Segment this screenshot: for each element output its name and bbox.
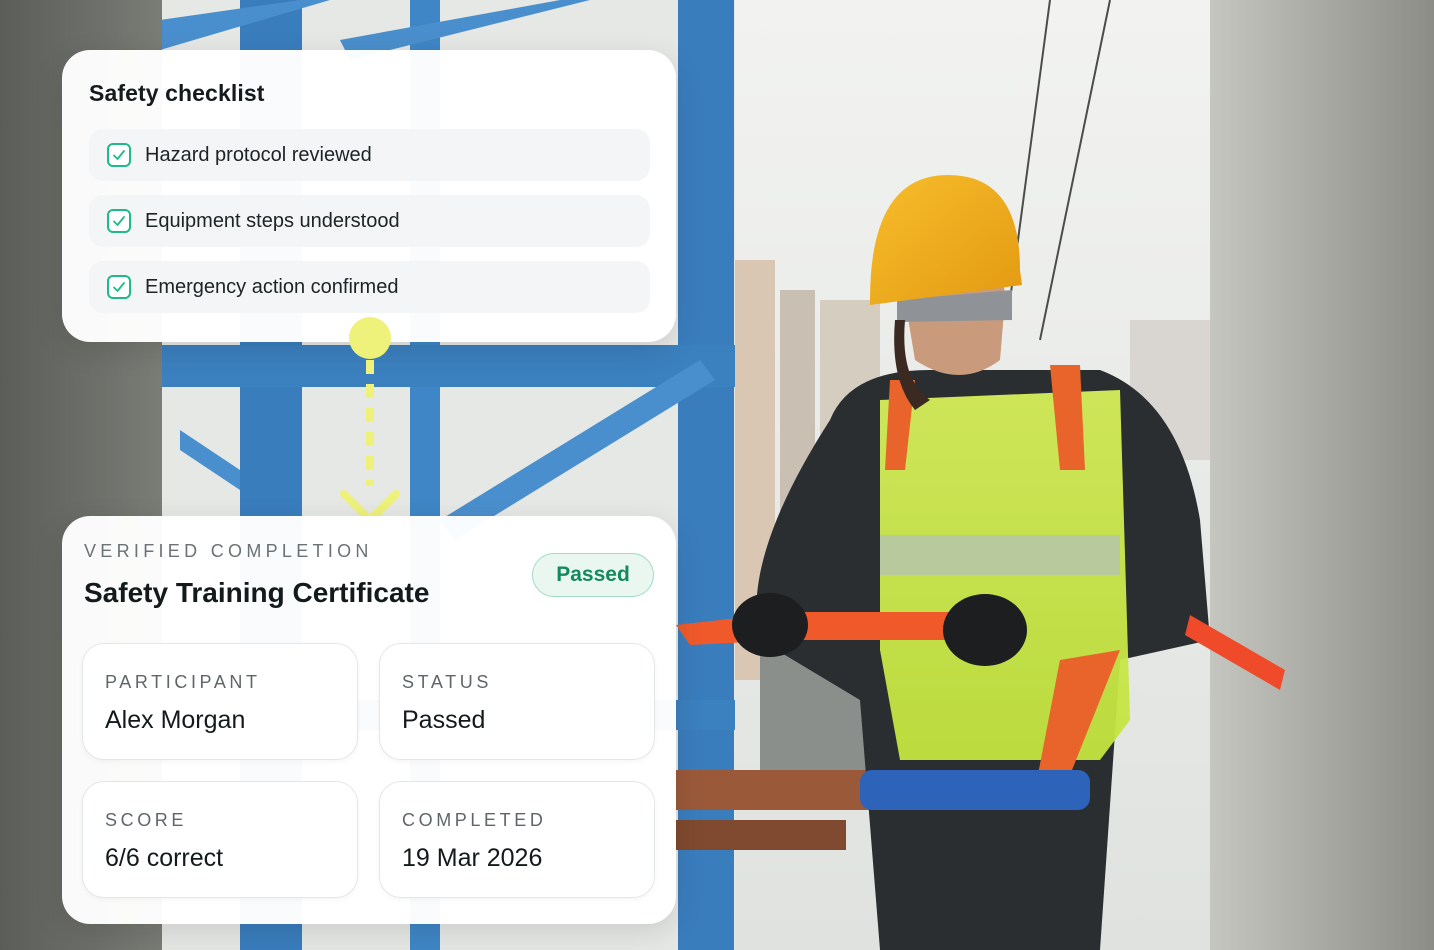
tile-value: Passed <box>402 706 486 734</box>
tile-label: STATUS <box>402 672 492 692</box>
tile-label: SCORE <box>105 810 188 830</box>
checklist-title: Safety checklist <box>89 80 265 106</box>
checklist-item[interactable]: Equipment steps understood <box>89 195 650 247</box>
tile-value: Alex Morgan <box>105 706 246 734</box>
score-tile: SCORE 6/6 correct <box>82 781 358 898</box>
checklist-item[interactable]: Emergency action confirmed <box>89 261 650 313</box>
tile-label: COMPLETED <box>402 810 547 830</box>
flow-connector-arrow-icon <box>340 317 400 524</box>
checkbox-checked-icon[interactable] <box>107 275 131 299</box>
tile-label: PARTICIPANT <box>105 672 261 692</box>
certificate-eyebrow: VERIFIED COMPLETION <box>84 541 373 561</box>
checkbox-checked-icon[interactable] <box>107 143 131 167</box>
safety-checklist-card: Safety checklist Hazard protocol reviewe… <box>62 50 676 342</box>
certificate-card: VERIFIED COMPLETION Safety Training Cert… <box>62 516 676 924</box>
status-badge: Passed <box>532 553 654 597</box>
completed-tile: COMPLETED 19 Mar 2026 <box>379 781 655 898</box>
checklist-item-label: Equipment steps understood <box>145 209 400 232</box>
status-tile: STATUS Passed <box>379 643 655 760</box>
tile-value: 19 Mar 2026 <box>402 844 543 872</box>
checklist-item[interactable]: Hazard protocol reviewed <box>89 129 650 181</box>
checklist-item-label: Emergency action confirmed <box>145 275 399 298</box>
tile-value: 6/6 correct <box>105 844 224 872</box>
checklist-item-label: Hazard protocol reviewed <box>145 143 372 166</box>
checkbox-checked-icon[interactable] <box>107 209 131 233</box>
participant-tile: PARTICIPANT Alex Morgan <box>82 643 358 760</box>
certificate-title: Safety Training Certificate <box>84 577 430 608</box>
